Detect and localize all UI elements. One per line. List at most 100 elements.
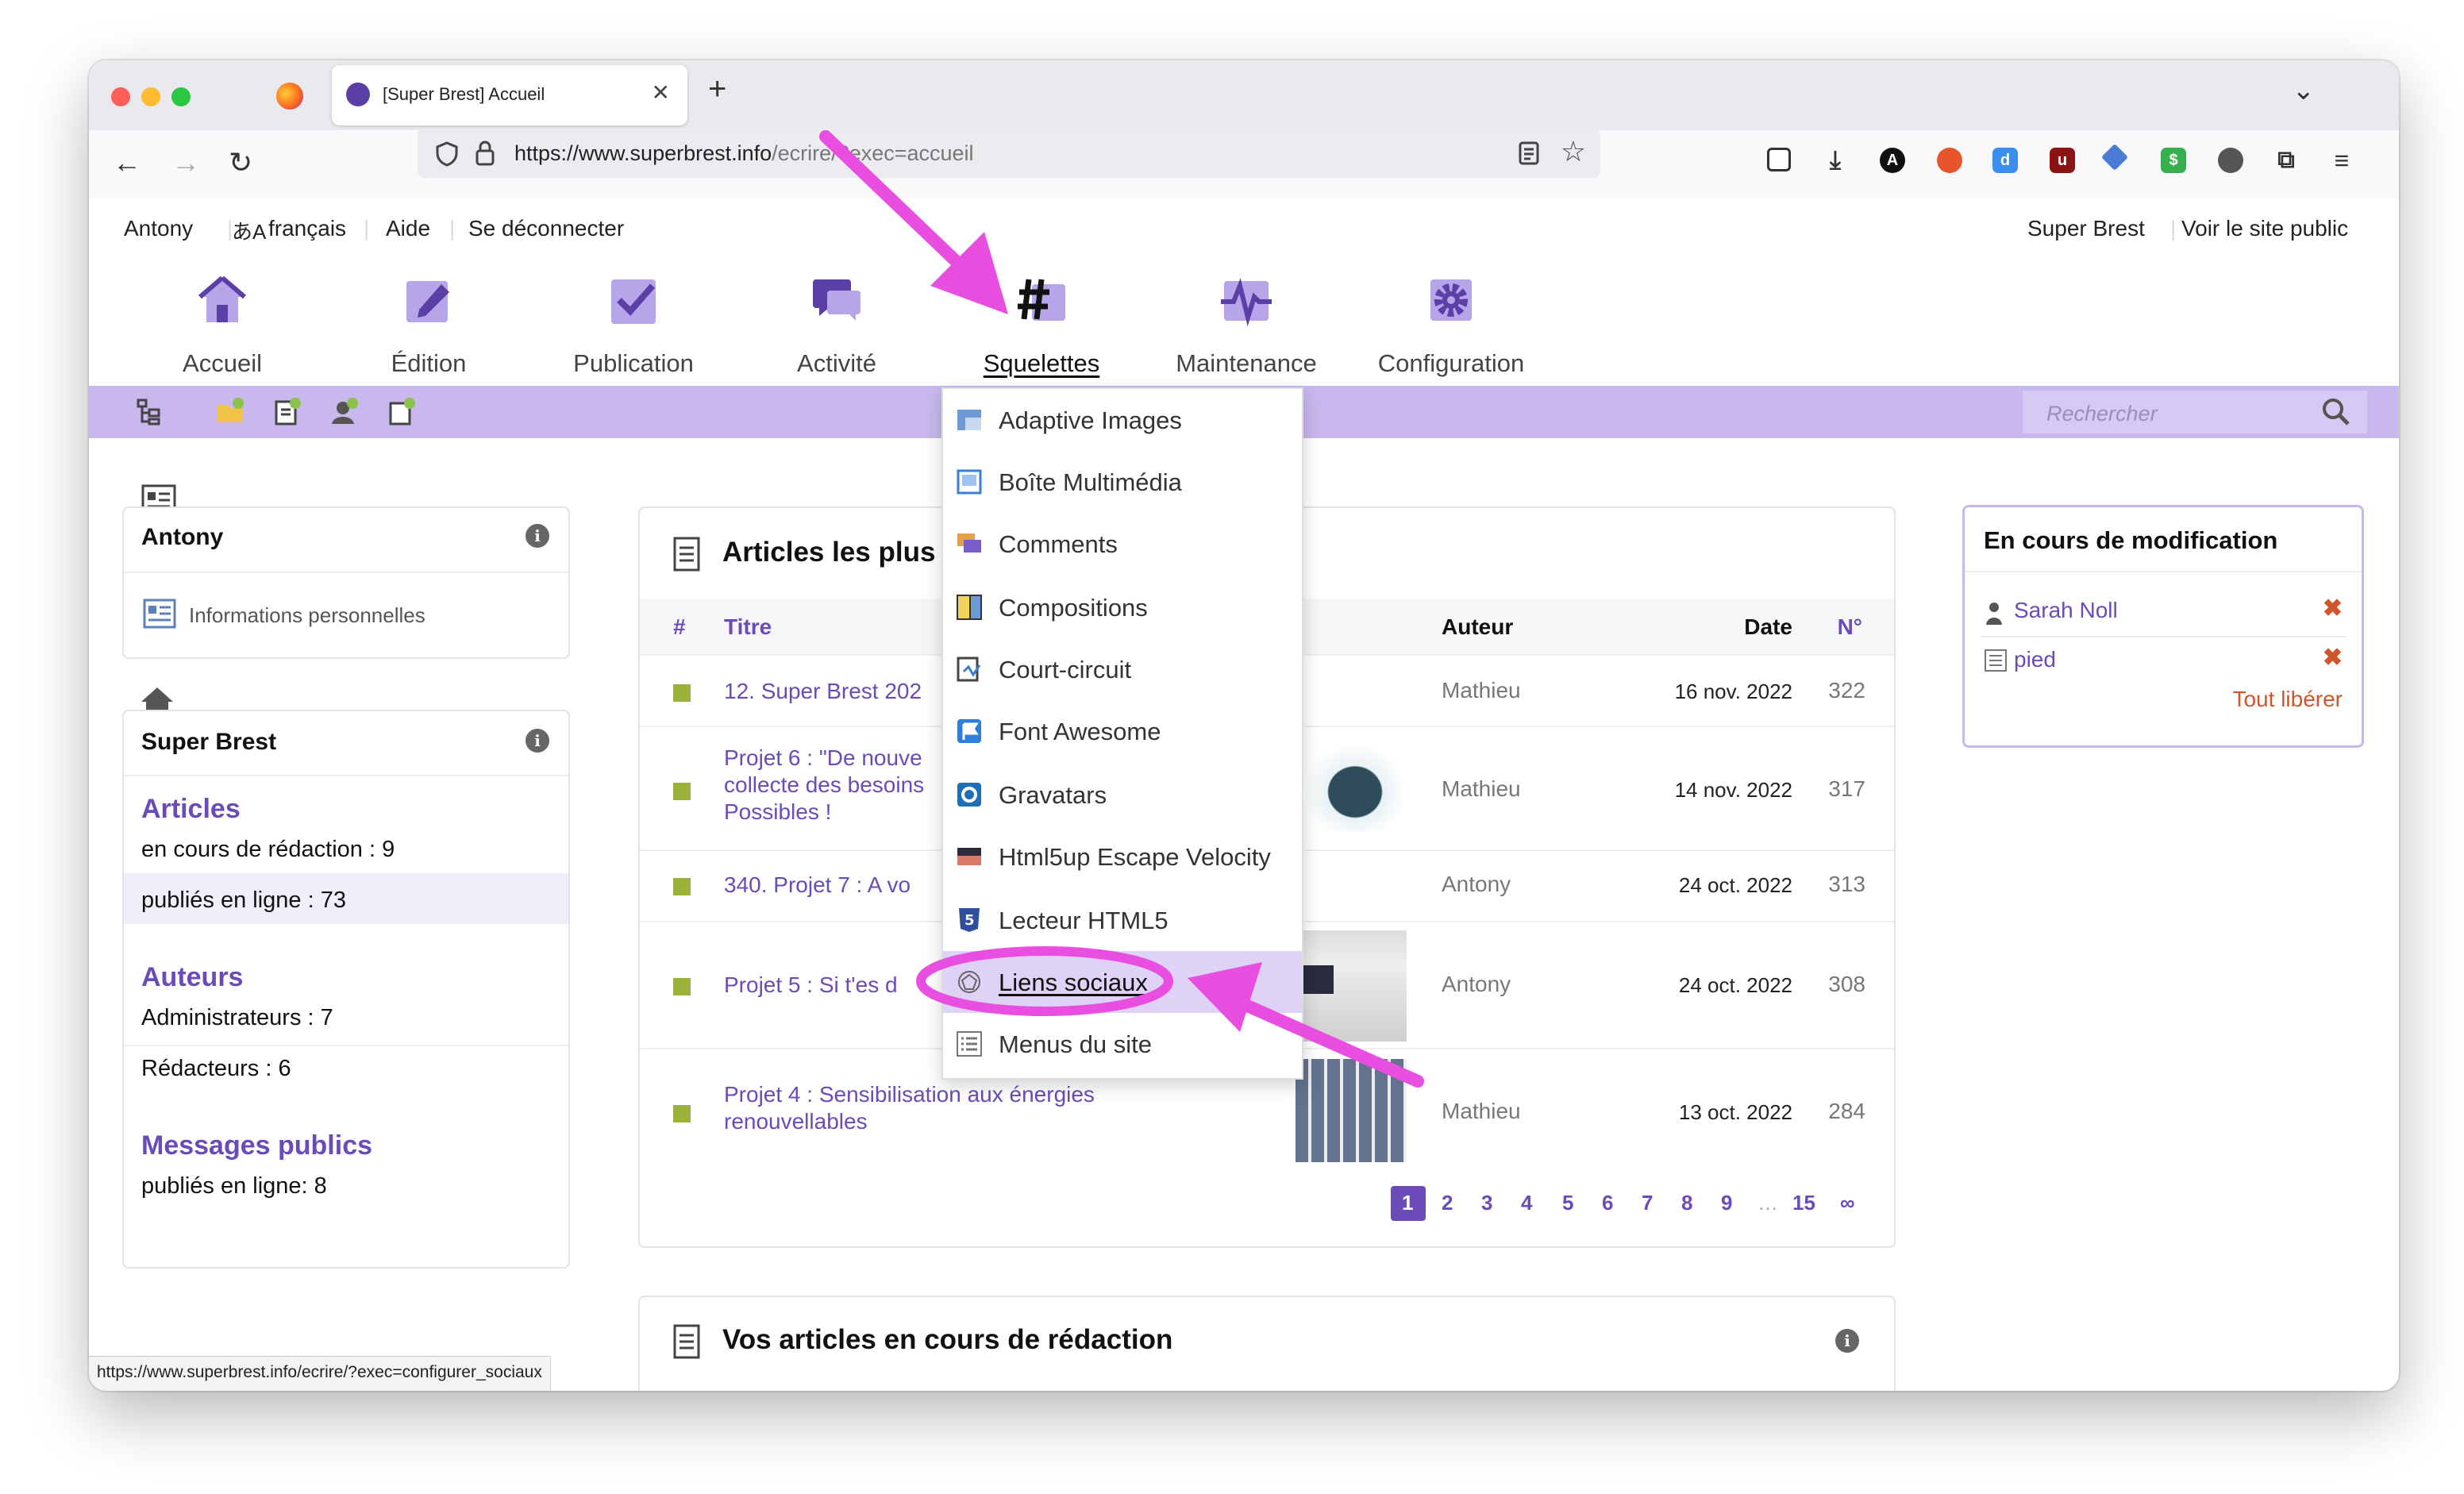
menu-maintenance[interactable]: Maintenance	[1167, 254, 1326, 386]
page-link[interactable]: 15	[1792, 1191, 1815, 1215]
page-link[interactable]: 9	[1721, 1191, 1732, 1215]
page-link[interactable]: 6	[1602, 1191, 1613, 1215]
main-menu: Accueil Édition Publication Activité Squ…	[89, 254, 2399, 386]
editing-box-title: En cours de modification	[1984, 526, 2278, 554]
page-link[interactable]: 3	[1481, 1191, 1492, 1215]
puzzle-extensions-icon[interactable]: ⧉	[2273, 147, 2299, 173]
shield-icon[interactable]	[435, 141, 459, 167]
col-title[interactable]: Titre	[724, 614, 772, 640]
article-title[interactable]: Projet 4 : Sensibilisation aux énergies …	[724, 1081, 1095, 1135]
dropdown-item[interactable]: Adaptive Images	[943, 389, 1302, 451]
page-all-link[interactable]: ∞	[1840, 1191, 1855, 1215]
messages-heading[interactable]: Messages publics	[141, 1130, 372, 1161]
ublock-icon[interactable]: u	[2050, 148, 2075, 173]
new-tab-icon[interactable]: +	[708, 71, 726, 107]
font-awesome-flag-icon	[957, 719, 981, 743]
articles-heading[interactable]: Articles	[141, 794, 241, 825]
reader-view-icon[interactable]	[1518, 141, 1540, 165]
authors-heading[interactable]: Auteurs	[141, 962, 243, 993]
pocket-icon[interactable]	[1767, 148, 1791, 171]
page-link[interactable]: 5	[1562, 1191, 1573, 1215]
article-title[interactable]: 340. Projet 7 : A vo	[724, 872, 911, 899]
editing-item[interactable]: pied	[2014, 647, 2056, 672]
article-title[interactable]: 12. Super Brest 202	[724, 678, 922, 705]
language-link[interactable]: français	[268, 216, 346, 241]
info-icon[interactable]: i	[526, 729, 549, 753]
lock-icon[interactable]	[475, 140, 495, 167]
document-icon	[673, 1324, 700, 1359]
editing-item[interactable]: Sarah Noll	[2014, 598, 2118, 623]
dropdown-item[interactable]: Court-circuit	[943, 638, 1302, 700]
user-link[interactable]: Antony	[124, 216, 193, 241]
editing-box: En cours de modification Sarah Noll ✖ pi…	[1962, 505, 2364, 748]
language-icon[interactable]: あA	[232, 216, 266, 245]
menu-configuration[interactable]: Configuration	[1372, 254, 1530, 386]
dropdown-item-liens-sociaux[interactable]: Liens sociaux	[943, 951, 1302, 1013]
menu-accueil[interactable]: Accueil	[143, 254, 302, 386]
dropdown-item[interactable]: Font Awesome	[943, 700, 1302, 762]
release-icon[interactable]: ✖	[2323, 644, 2343, 672]
new-section-icon[interactable]	[216, 397, 244, 425]
pagination: 1 2 3 4 5 6 7 8 9 … 15 ∞	[1391, 1186, 1883, 1223]
menu-squelettes[interactable]: Squelettes	[962, 254, 1121, 386]
back-icon[interactable]: ←	[113, 146, 141, 179]
tab-list-chevron-icon[interactable]: ⌄	[2293, 75, 2316, 106]
release-all-link[interactable]: Tout libérer	[2232, 687, 2343, 712]
close-window-button[interactable]	[111, 87, 130, 106]
menu-activite[interactable]: Activité	[757, 254, 916, 386]
page-link[interactable]: 1	[1402, 1191, 1413, 1215]
new-article-icon[interactable]	[273, 397, 302, 425]
status-square-icon	[673, 684, 691, 702]
search-icon[interactable]	[2320, 395, 2353, 429]
firefox-icon[interactable]	[276, 83, 303, 110]
new-site-icon[interactable]	[387, 397, 416, 425]
reload-icon[interactable]: ↻	[229, 146, 252, 179]
page-link[interactable]: 2	[1442, 1191, 1453, 1215]
multi-account-icon[interactable]	[2218, 148, 2243, 173]
logout-link[interactable]: Se déconnecter	[468, 216, 624, 241]
bookmark-star-icon[interactable]: ☆	[1561, 135, 1586, 168]
zoom-window-button[interactable]	[171, 87, 191, 106]
url-bar[interactable]: https://www.superbrest.info/ecrire/?exec…	[418, 129, 1600, 178]
new-author-icon[interactable]	[330, 397, 359, 425]
dashlane-icon[interactable]: d	[1992, 148, 2018, 173]
menu-edition[interactable]: Édition	[349, 254, 508, 386]
dropdown-item[interactable]: Gravatars	[943, 764, 1302, 826]
dropdown-item[interactable]: Compositions	[943, 576, 1302, 638]
info-icon[interactable]: i	[1835, 1329, 1859, 1353]
divider: |	[2170, 216, 2177, 241]
article-title[interactable]: Projet 5 : Si t'es d	[724, 972, 898, 999]
menu-publication[interactable]: Publication	[554, 254, 713, 386]
article-title[interactable]: Projet 6 : "De nouve collecte des besoin…	[724, 745, 924, 826]
html5-player-icon: 5	[959, 908, 980, 932]
page-link[interactable]: 7	[1642, 1191, 1653, 1215]
compositions-icon	[957, 595, 982, 620]
page-link[interactable]: 4	[1521, 1191, 1532, 1215]
sitemap-icon[interactable]	[135, 397, 164, 425]
minimize-window-button[interactable]	[141, 87, 160, 106]
forward-icon[interactable]: →	[171, 146, 200, 179]
page-link[interactable]: 8	[1681, 1191, 1692, 1215]
search-field[interactable]: Rechercher	[2023, 391, 2367, 433]
active-tab[interactable]: [Super Brest] Accueil ✕	[332, 65, 687, 125]
admins-count: Administrateurs : 7	[141, 1005, 333, 1030]
release-icon[interactable]: ✖	[2323, 595, 2343, 622]
article-number: 317	[1828, 776, 1865, 801]
dropdown-item[interactable]: Menus du site	[943, 1013, 1302, 1075]
hamburger-menu-icon[interactable]: ≡	[2329, 146, 2354, 175]
download-icon[interactable]: ⤓	[1823, 145, 1848, 174]
dropdown-item[interactable]: Boîte Multimédia	[943, 451, 1302, 513]
public-site-link[interactable]: Voir le site public	[2181, 216, 2348, 241]
dropdown-item[interactable]: 5 Lecteur HTML5	[943, 889, 1302, 951]
site-name-link[interactable]: Super Brest	[2027, 216, 2145, 241]
info-icon[interactable]: i	[526, 524, 549, 548]
dropdown-item[interactable]: Comments	[943, 513, 1302, 575]
article-thumbnail	[1296, 1059, 1407, 1162]
dropdown-item[interactable]: Html5up Escape Velocity	[943, 826, 1302, 888]
avatar-a-icon[interactable]: A	[1880, 148, 1905, 173]
personal-info-link[interactable]: Informations personnelles	[189, 603, 425, 628]
close-tab-icon[interactable]: ✕	[652, 79, 670, 106]
money-extension-icon[interactable]: $	[2161, 148, 2186, 173]
duckduckgo-icon[interactable]	[1937, 148, 1962, 173]
help-link[interactable]: Aide	[386, 216, 430, 241]
